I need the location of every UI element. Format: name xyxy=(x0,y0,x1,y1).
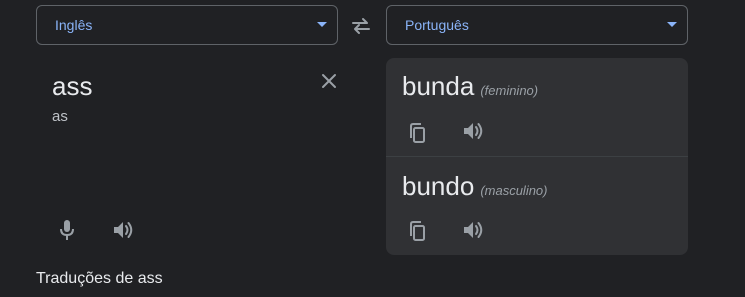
speaker-icon xyxy=(464,222,483,238)
result-listen-button[interactable] xyxy=(459,117,487,145)
speaker-icon xyxy=(464,123,483,139)
copy-icon xyxy=(410,123,425,143)
result-item: bunda (feminino) xyxy=(386,58,688,156)
copy-button[interactable] xyxy=(403,217,431,245)
source-language-label: Inglês xyxy=(55,17,93,33)
source-language-select[interactable]: Inglês xyxy=(36,5,338,45)
swap-arrows-icon xyxy=(352,18,370,34)
close-icon xyxy=(322,74,336,88)
result-word: bundo xyxy=(402,171,475,201)
source-text-input[interactable]: ass xyxy=(52,71,92,102)
microphone-button[interactable] xyxy=(53,216,81,244)
result-gender: (masculino) xyxy=(480,183,548,198)
result-gender: (feminino) xyxy=(480,83,539,98)
source-listen-button[interactable] xyxy=(109,216,137,244)
caret-down-icon xyxy=(317,22,327,27)
caret-down-icon xyxy=(667,22,677,27)
result-listen-button[interactable] xyxy=(459,216,487,244)
copy-icon xyxy=(410,221,425,241)
speaker-icon xyxy=(114,222,133,238)
source-transliteration: as xyxy=(52,108,68,125)
clear-source-button[interactable] xyxy=(316,68,342,94)
target-language-label: Português xyxy=(405,17,469,33)
copy-button[interactable] xyxy=(403,119,431,147)
translation-results-card: bunda (feminino) bundo (masculino) xyxy=(386,58,688,255)
result-word: bunda xyxy=(402,71,475,101)
microphone-icon xyxy=(60,220,74,240)
swap-languages-button[interactable] xyxy=(346,12,376,40)
translations-heading: Traduções de ass xyxy=(36,270,163,287)
result-item: bundo (masculino) xyxy=(386,157,688,255)
target-language-select[interactable]: Português xyxy=(386,5,688,45)
